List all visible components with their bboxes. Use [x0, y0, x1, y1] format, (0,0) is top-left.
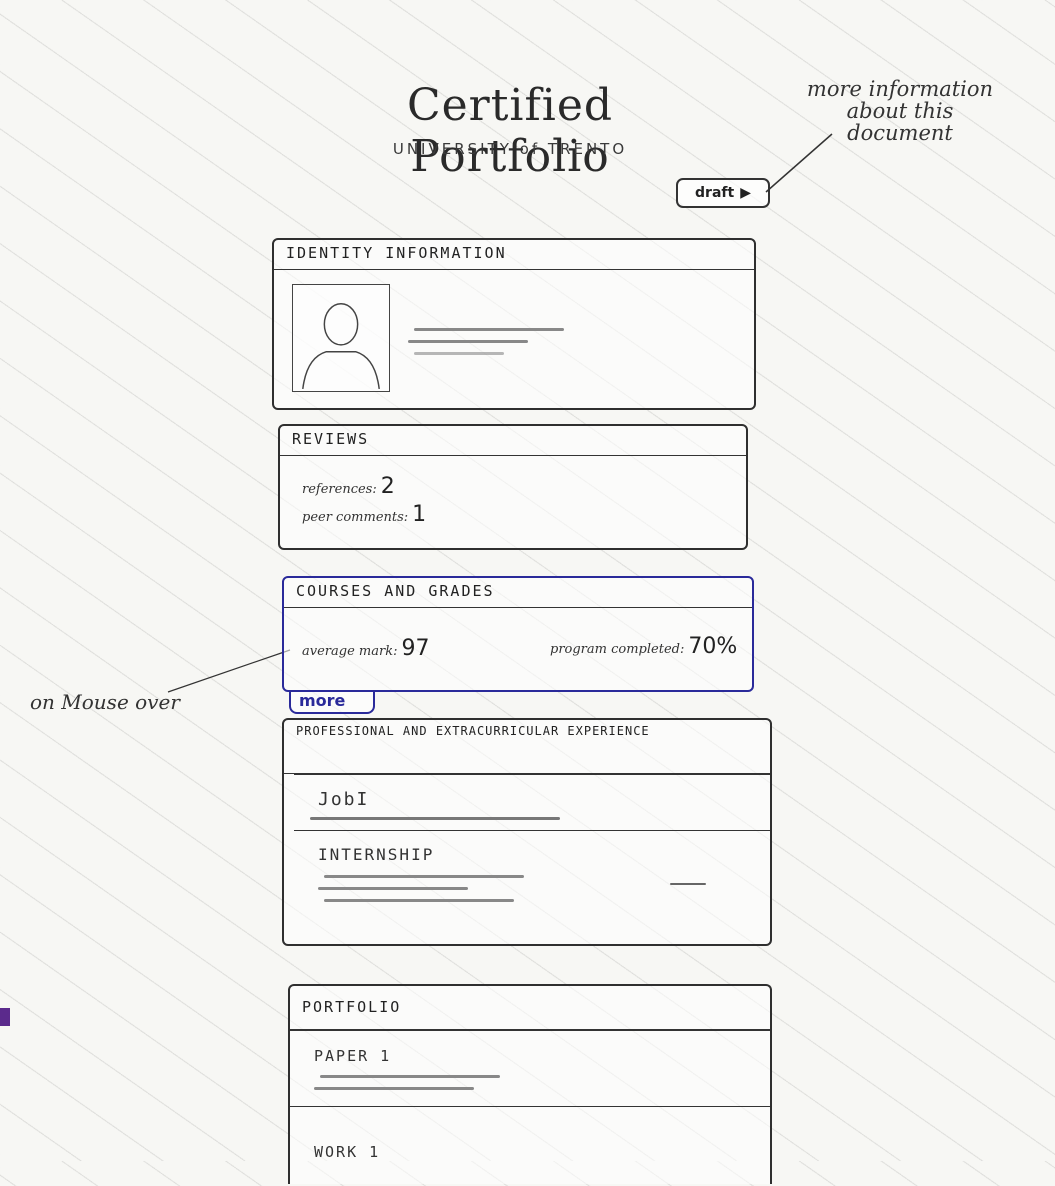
portfolio-item-label: WORK 1: [314, 1143, 381, 1161]
identity-card: IDENTITY INFORMATION: [272, 238, 756, 410]
average-mark-label: average mark:: [302, 644, 398, 659]
experience-item-detail: [670, 883, 706, 885]
draft-button[interactable]: draft ▶: [676, 178, 770, 208]
references-label: references:: [302, 482, 377, 497]
portfolio-item-label: PAPER 1: [314, 1047, 392, 1065]
annotation-arrow: [765, 133, 833, 193]
page-subtitle: UNIVERSITY of TRENTO: [392, 140, 628, 158]
portfolio-item-detail: [320, 1075, 500, 1078]
draft-button-label: draft: [695, 185, 735, 201]
references-stat: references: 2: [302, 474, 395, 499]
courses-card[interactable]: COURSES AND GRADES average mark: 97 progr…: [282, 576, 754, 692]
average-mark-value: 97: [401, 636, 430, 661]
portfolio-item-detail: [314, 1087, 474, 1090]
portfolio-item[interactable]: PAPER 1: [290, 1030, 770, 1106]
experience-item-detail: [318, 887, 468, 890]
identity-heading: IDENTITY INFORMATION: [274, 240, 754, 270]
experience-item[interactable]: JobI: [294, 774, 770, 830]
reviews-heading: REVIEWS: [280, 426, 746, 456]
experience-heading: PROFESSIONAL AND EXTRACURRICULAR EXPERIE…: [284, 720, 770, 774]
experience-item-detail: [324, 899, 514, 902]
identity-detail-line: [408, 340, 528, 343]
experience-item-detail: [324, 875, 524, 878]
experience-item-detail: [310, 817, 560, 820]
peer-comments-label: peer comments:: [302, 510, 409, 525]
play-icon: ▶: [740, 185, 751, 201]
portfolio-item[interactable]: WORK 1: [290, 1106, 770, 1186]
page-title: Certified Portfolio: [406, 80, 614, 182]
average-mark-stat: average mark: 97: [302, 636, 429, 661]
program-completed-stat: program completed: 70%: [550, 634, 737, 659]
experience-card: PROFESSIONAL AND EXTRACURRICULAR EXPERIE…: [282, 718, 772, 946]
peer-comments-value: 1: [412, 502, 427, 527]
annotation-pointer-line: [167, 649, 291, 693]
program-completed-label: program completed:: [550, 642, 685, 657]
identity-detail-line: [414, 352, 504, 355]
portfolio-card: PORTFOLIO PAPER 1 WORK 1: [288, 984, 772, 1184]
more-button[interactable]: more: [289, 692, 375, 714]
experience-item-label: JobI: [318, 789, 370, 810]
page-marker: [0, 1008, 10, 1026]
program-completed-value: 70%: [688, 634, 738, 659]
experience-item-label: INTERNSHIP: [318, 845, 435, 864]
person-icon: [302, 302, 380, 390]
avatar: [292, 284, 390, 392]
reviews-card: REVIEWS references: 2 peer comments: 1: [278, 424, 748, 550]
references-value: 2: [380, 474, 395, 499]
courses-heading: COURSES AND GRADES: [284, 578, 752, 608]
experience-item[interactable]: INTERNSHIP: [294, 830, 770, 920]
identity-detail-line: [414, 328, 564, 331]
portfolio-heading: PORTFOLIO: [290, 986, 770, 1030]
peer-comments-stat: peer comments: 1: [302, 502, 426, 527]
